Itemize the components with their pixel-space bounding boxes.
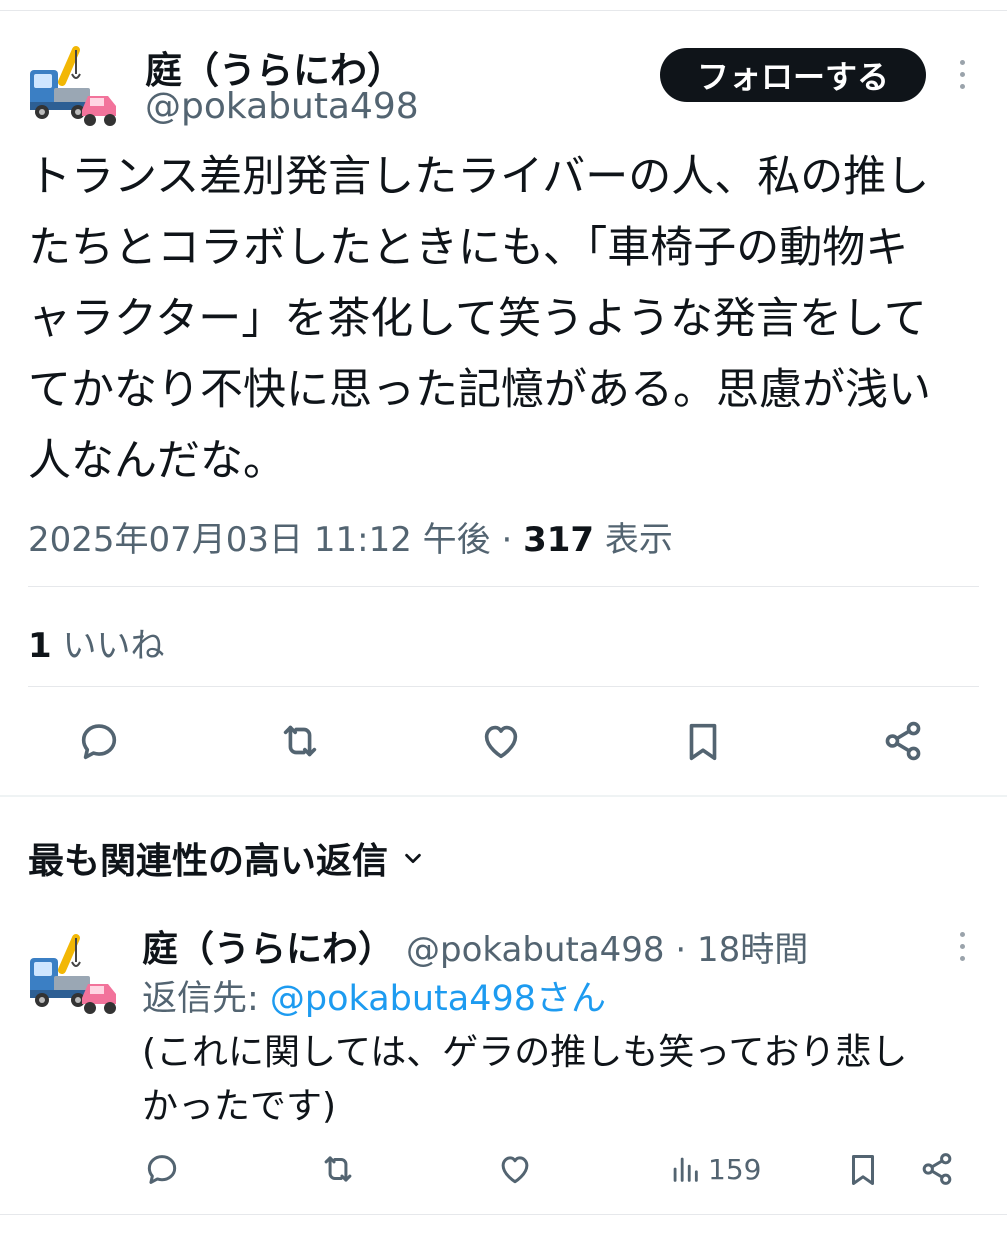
tow-truck-avatar-icon (30, 934, 116, 1014)
reply-more-options-icon[interactable] (956, 932, 968, 961)
divider (28, 586, 979, 587)
reply-to-prefix: 返信先: (142, 979, 270, 1019)
reply-views-count: 159 (708, 1152, 762, 1186)
tweet-text: トランス差別発言したライバーの人、私の推し たちとコラボしたときにも、「車椅子の… (28, 152, 931, 486)
tweet-timestamp[interactable]: 2025年07月03日 11:12 午後 (28, 520, 491, 560)
reply-author-handle[interactable]: @pokabuta498 (406, 930, 665, 970)
reply-share-icon[interactable] (918, 1150, 956, 1188)
chevron-down-icon (405, 853, 421, 864)
top-divider (0, 10, 1007, 11)
bookmark-icon[interactable] (680, 718, 726, 766)
section-divider (0, 795, 1007, 797)
reply-views[interactable]: 159 (668, 1152, 761, 1186)
reply-bookmark-icon[interactable] (844, 1150, 882, 1190)
more-options-icon[interactable] (956, 60, 968, 89)
views-count: 317 (523, 520, 595, 560)
reply-heart-icon[interactable] (496, 1150, 534, 1188)
share-icon[interactable] (880, 718, 926, 764)
reply-author-name[interactable]: 庭（うらにわ） (142, 920, 394, 972)
views-label: 表示 (594, 520, 673, 560)
likes-count: 1 (28, 626, 52, 666)
reply-to-line: 返信先: @pokabuta498さん (142, 970, 606, 1021)
retweet-icon[interactable] (276, 718, 324, 764)
reply-retweet-icon[interactable] (318, 1150, 358, 1188)
replies-sort-label: 最も関連性の高い返信 (28, 841, 389, 882)
heart-icon[interactable] (478, 718, 524, 764)
tweet-meta: 2025年07月03日 11:12 午後 · 317 表示 (28, 512, 673, 561)
reply-avatar[interactable] (26, 928, 122, 1018)
divider (28, 686, 979, 687)
tow-truck-avatar-icon (30, 46, 116, 126)
reply-to-handle-link[interactable]: @pokabuta498さん (270, 979, 606, 1019)
meta-separator: · (490, 520, 524, 560)
follow-button[interactable]: フォローする (660, 48, 926, 102)
reply-reply-icon[interactable] (143, 1150, 181, 1188)
bottom-divider (0, 1214, 1007, 1215)
likes-label: いいね (51, 626, 165, 666)
reply-icon[interactable] (76, 718, 122, 764)
analytics-icon (673, 1157, 698, 1182)
author-handle[interactable]: @pokabuta498 (145, 86, 419, 127)
likes-summary[interactable]: 1 いいね (28, 618, 164, 667)
reply-time[interactable]: · 18時間 (665, 930, 808, 970)
reply-text: (これに関しては、ゲラの推しも笑っており悲し かったです) (142, 1032, 908, 1127)
reply-header: 庭（うらにわ） @pokabuta498 · 18時間 (142, 920, 808, 972)
avatar[interactable] (26, 40, 122, 130)
replies-sort-dropdown[interactable]: 最も関連性の高い返信 (28, 832, 424, 884)
